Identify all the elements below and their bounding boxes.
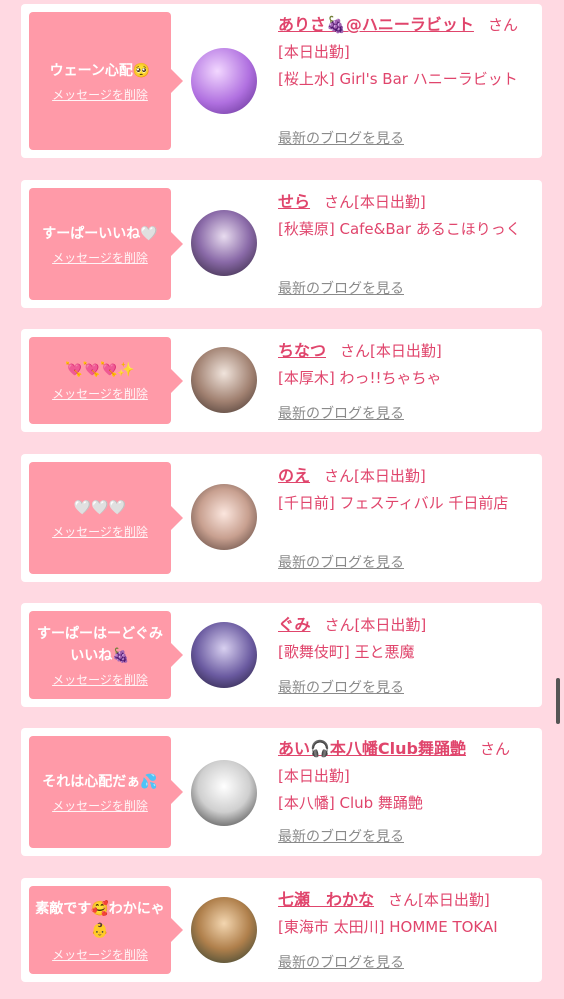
cast-info: あい🎧本八幡Club舞踊艶 さん [本日出勤] [本八幡] Club 舞踊艶 <box>278 735 536 817</box>
cast-card: それは心配だぁ💦 メッセージを削除 あい🎧本八幡Club舞踊艶 さん [本日出勤]… <box>21 728 542 856</box>
cast-card: 🤍🤍🤍 メッセージを削除 のえ さん[本日出勤] [千日前] フェスティバル 千日… <box>21 454 542 582</box>
cast-name-link[interactable]: ぐみ <box>278 615 310 634</box>
message-text: 🤍🤍🤍 <box>73 499 127 516</box>
status-label: [本日出勤] <box>354 467 426 485</box>
message-text: すーぱーはーどぐみいいね🍇 <box>37 625 163 664</box>
latest-blog-link[interactable]: 最新のブログを見る <box>278 677 404 697</box>
message-bubble: 🤍🤍🤍 メッセージを削除 <box>29 462 183 574</box>
avatar[interactable] <box>191 760 257 826</box>
latest-blog-link[interactable]: 最新のブログを見る <box>278 826 404 846</box>
message-bubble: ウェーン心配🥺 メッセージを削除 <box>29 12 183 150</box>
avatar[interactable] <box>191 622 257 688</box>
shop-name: [東海市 太田川] HOMME TOKAI <box>278 918 498 936</box>
delete-message-link[interactable]: メッセージを削除 <box>52 249 148 266</box>
shop-name: [千日前] フェスティバル 千日前店 <box>278 494 509 512</box>
cast-name-link[interactable]: 七瀬 わかな <box>278 890 374 909</box>
cast-info: せら さん[本日出勤] [秋葉原] Cafe&Bar あるこほりっく <box>278 188 536 243</box>
message-bubble: すーぱーはーどぐみいいね🍇 メッセージを削除 <box>29 611 183 699</box>
cast-info: ちなつ さん[本日出勤] [本厚木] わっ!!ちゃちゃ <box>278 337 536 392</box>
avatar[interactable] <box>191 347 257 413</box>
honorific: さん <box>340 342 371 360</box>
cast-info: ありさ🍇@ハニーラビット さん [本日出勤] [桜上水] Girl's Bar ハ… <box>278 11 536 93</box>
honorific: さん <box>487 16 518 34</box>
cast-card: 素敵です🥰わかにゃ👶 メッセージを削除 七瀬 わかな さん[本日出勤] [東海市 … <box>21 878 542 982</box>
message-text: それは心配だぁ💦 <box>42 773 158 790</box>
status-label: [本日出勤] <box>370 342 442 360</box>
cast-card: すーぱーいいね🤍 メッセージを削除 せら さん[本日出勤] [秋葉原] Cafe&… <box>21 180 542 308</box>
message-text: すーぱーいいね🤍 <box>42 225 158 242</box>
shop-name: [歌舞伎町] 王と悪魔 <box>278 643 415 661</box>
cast-name-link[interactable]: のえ <box>278 466 310 485</box>
message-text: 素敵です🥰わかにゃ👶 <box>35 900 165 939</box>
cast-name-link[interactable]: ありさ🍇@ハニーラビット <box>278 15 474 34</box>
message-text: ウェーン心配🥺 <box>49 62 151 79</box>
cast-name-link[interactable]: ちなつ <box>278 341 326 360</box>
latest-blog-link[interactable]: 最新のブログを見る <box>278 952 404 972</box>
shop-name: [桜上水] Girl's Bar ハニーラビット <box>278 70 518 88</box>
honorific: さん <box>324 193 355 211</box>
delete-message-link[interactable]: メッセージを削除 <box>52 946 148 963</box>
shop-name: [本八幡] Club 舞踊艶 <box>278 794 423 812</box>
delete-message-link[interactable]: メッセージを削除 <box>52 523 148 540</box>
cast-name-link[interactable]: あい🎧本八幡Club舞踊艶 <box>278 739 466 758</box>
status-label: [本日出勤] <box>278 767 350 785</box>
status-label: [本日出勤] <box>354 193 426 211</box>
cast-card: すーぱーはーどぐみいいね🍇 メッセージを削除 ぐみ さん[本日出勤] [歌舞伎町]… <box>21 603 542 707</box>
delete-message-link[interactable]: メッセージを削除 <box>52 671 148 688</box>
status-label: [本日出勤] <box>354 616 427 634</box>
delete-message-link[interactable]: メッセージを削除 <box>52 385 148 402</box>
status-label: [本日出勤] <box>278 43 350 61</box>
shop-name: [秋葉原] Cafe&Bar あるこほりっく <box>278 220 521 238</box>
cast-card: 💘💘💘✨ メッセージを削除 ちなつ さん[本日出勤] [本厚木] わっ!!ちゃちゃ… <box>21 329 542 432</box>
honorific: さん <box>480 740 511 758</box>
avatar[interactable] <box>191 484 257 550</box>
latest-blog-link[interactable]: 最新のブログを見る <box>278 128 404 148</box>
avatar[interactable] <box>191 48 257 114</box>
cast-name-link[interactable]: せら <box>278 192 310 211</box>
message-bubble: 💘💘💘✨ メッセージを削除 <box>29 337 183 424</box>
shop-name: [本厚木] わっ!!ちゃちゃ <box>278 369 442 387</box>
latest-blog-link[interactable]: 最新のブログを見る <box>278 278 404 298</box>
latest-blog-link[interactable]: 最新のブログを見る <box>278 403 404 423</box>
cast-info: のえ さん[本日出勤] [千日前] フェスティバル 千日前店 <box>278 462 536 517</box>
message-bubble: それは心配だぁ💦 メッセージを削除 <box>29 736 183 848</box>
status-label: [本日出勤] <box>418 891 490 909</box>
honorific: さん <box>388 891 419 909</box>
delete-message-link[interactable]: メッセージを削除 <box>52 86 148 103</box>
message-text: 💘💘💘✨ <box>65 362 135 378</box>
avatar[interactable] <box>191 210 257 276</box>
honorific: さん <box>324 616 355 634</box>
message-bubble: 素敵です🥰わかにゃ👶 メッセージを削除 <box>29 886 183 974</box>
avatar[interactable] <box>191 897 257 963</box>
cast-card: ウェーン心配🥺 メッセージを削除 ありさ🍇@ハニーラビット さん [本日出勤] [… <box>21 4 542 158</box>
delete-message-link[interactable]: メッセージを削除 <box>52 797 148 814</box>
message-bubble: すーぱーいいね🤍 メッセージを削除 <box>29 188 183 300</box>
cast-message-list: ウェーン心配🥺 メッセージを削除 ありさ🍇@ハニーラビット さん [本日出勤] [… <box>0 0 564 999</box>
cast-info: ぐみ さん[本日出勤] [歌舞伎町] 王と悪魔 <box>278 611 536 666</box>
scrollbar[interactable] <box>556 678 560 724</box>
honorific: さん <box>324 467 355 485</box>
cast-info: 七瀬 わかな さん[本日出勤] [東海市 太田川] HOMME TOKAI <box>278 886 536 941</box>
latest-blog-link[interactable]: 最新のブログを見る <box>278 552 404 572</box>
